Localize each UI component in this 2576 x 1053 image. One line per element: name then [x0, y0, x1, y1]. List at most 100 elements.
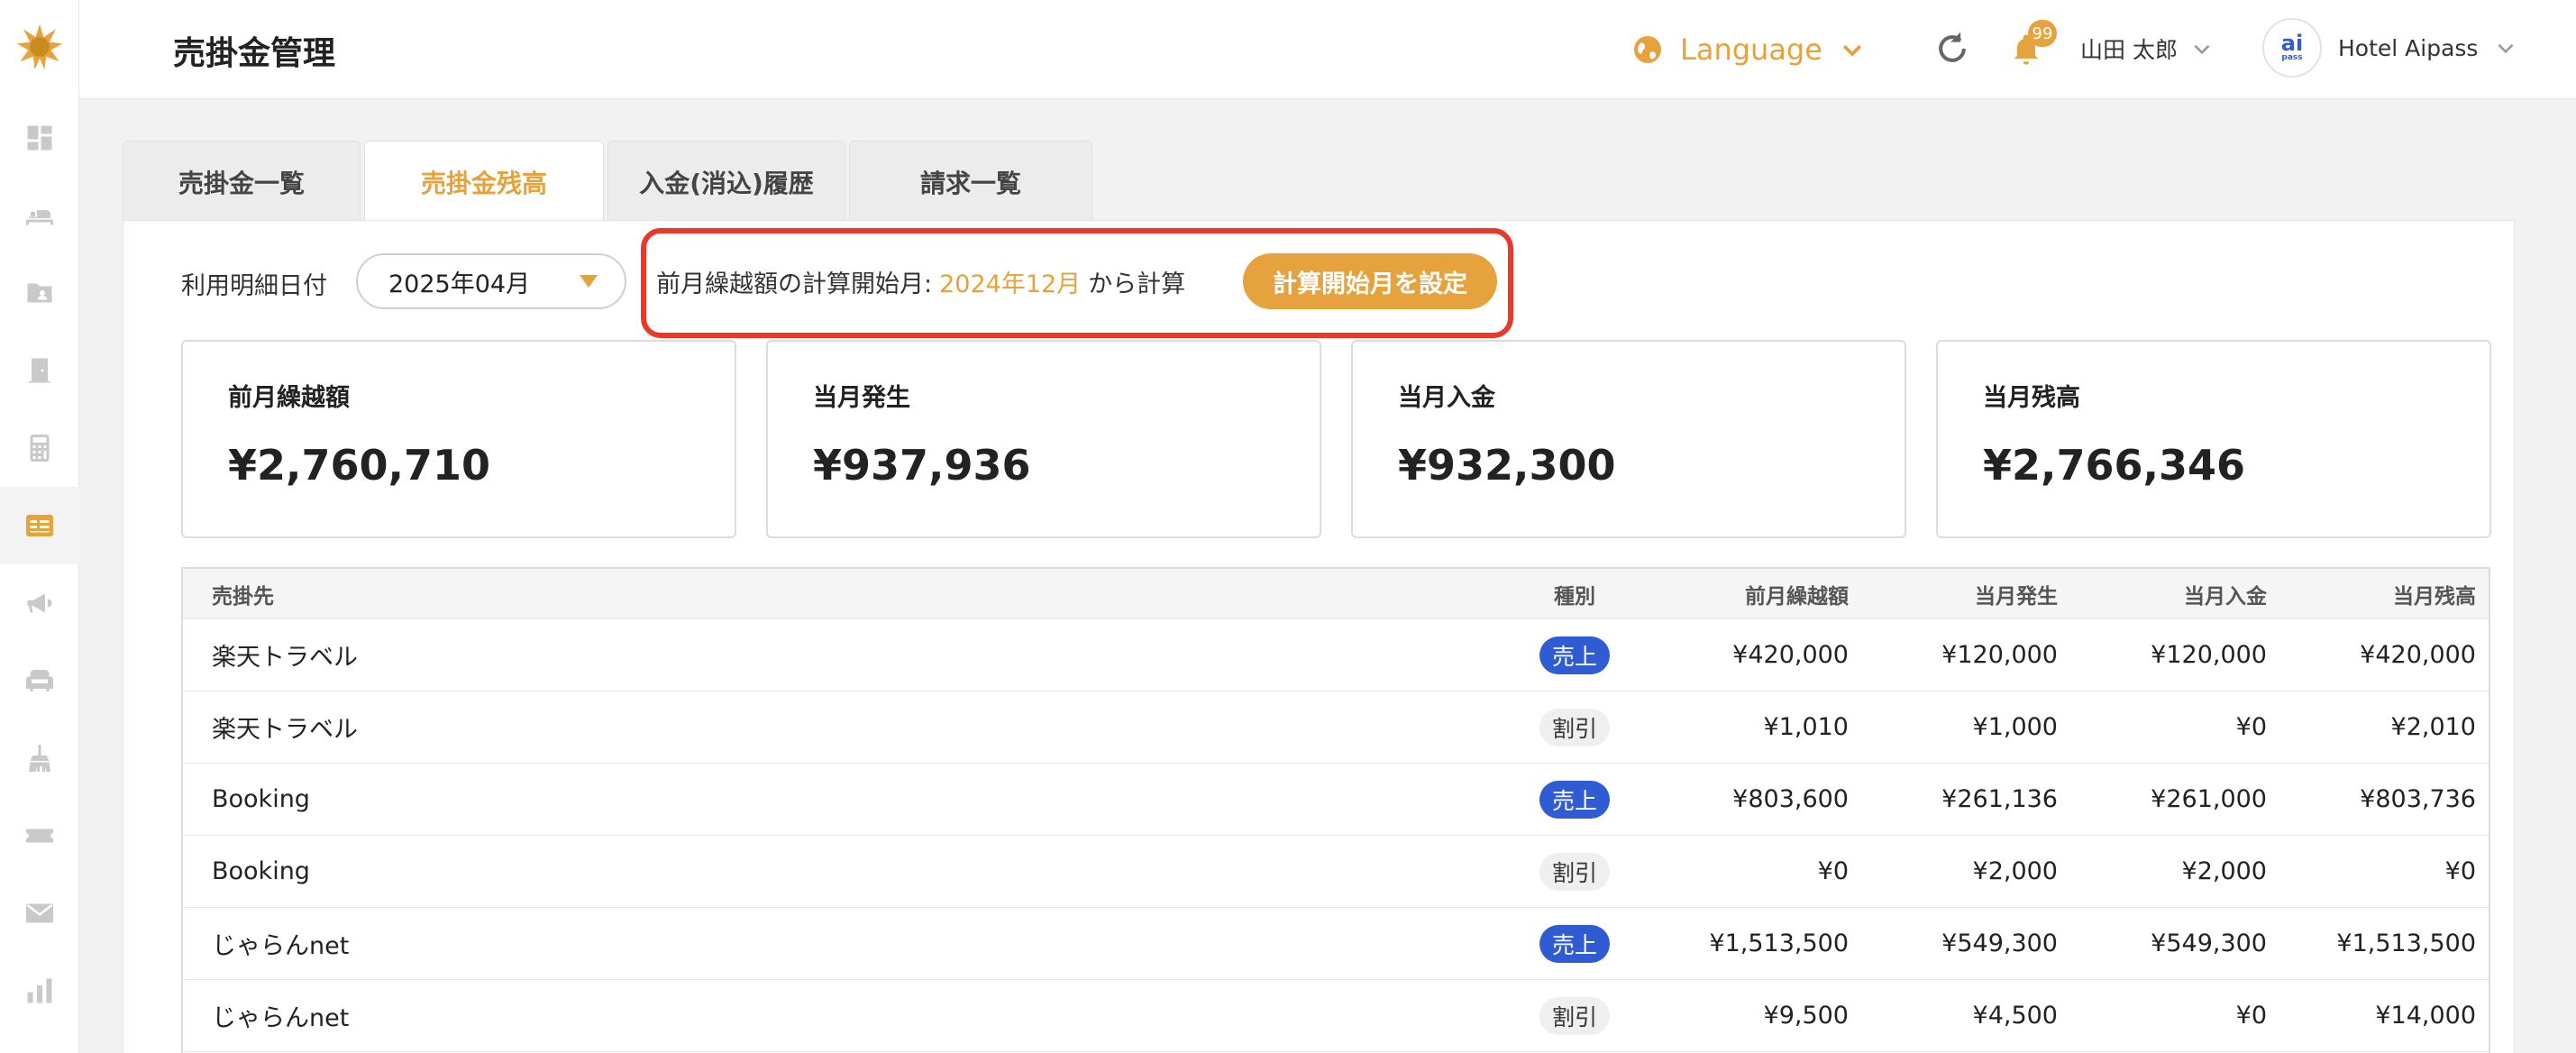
- dashboard-icon: [27, 125, 52, 151]
- language-selector[interactable]: Language: [1631, 27, 1866, 72]
- cell-prev-carryover: ¥803,600: [1732, 785, 1849, 813]
- cell-prev-carryover: ¥0: [1817, 857, 1849, 885]
- notification-button[interactable]: 99: [2008, 20, 2057, 69]
- user-name: 山田 太郎: [2080, 37, 2178, 63]
- summary-card-current-accrued: 当月発生 ¥937,936: [766, 340, 1321, 538]
- sun-logo-icon: [16, 23, 63, 70]
- language-label: Language: [1680, 32, 1822, 67]
- hotel-menu[interactable]: ai pass Hotel Aipass: [2262, 18, 2517, 78]
- chevron-down-icon: [2194, 44, 2210, 55]
- type-tag: 割引: [1539, 852, 1610, 891]
- header-customer[interactable]: 売掛先: [212, 569, 274, 618]
- table-row[interactable]: 楽天トラベル 割引 ¥1,010 ¥1,000 ¥0 ¥2,010: [183, 691, 2489, 764]
- sidebar-item-facilities[interactable]: [0, 642, 79, 719]
- cell-current-balance: ¥420,000: [2360, 641, 2476, 669]
- cell-type: 売上: [1530, 764, 1620, 835]
- avatar-logo-subtext: pass: [2281, 53, 2303, 62]
- cell-current-balance: ¥1,513,500: [2336, 929, 2476, 957]
- cell-type: 売上: [1530, 908, 1620, 979]
- summary-label: 当月残高: [1983, 384, 2080, 412]
- sidebar-item-checkin[interactable]: [0, 332, 79, 409]
- chevron-down-icon: [2498, 43, 2514, 54]
- header-prev-carryover[interactable]: 前月繰越額: [1745, 569, 1849, 618]
- sidebar-item-receivables[interactable]: [0, 487, 79, 564]
- app-logo[interactable]: [13, 20, 67, 74]
- globe-icon: [1634, 36, 1661, 63]
- sidebar-item-guests[interactable]: [0, 254, 79, 332]
- calc-start-suffix: から計算: [1088, 270, 1186, 298]
- user-menu[interactable]: 山田 太郎: [2080, 32, 2214, 65]
- summary-label: 当月入金: [1398, 384, 1495, 412]
- sidebar-item-coupons[interactable]: [0, 797, 79, 874]
- header-type[interactable]: 種別: [1530, 569, 1620, 618]
- ticket-icon: [26, 829, 53, 843]
- cell-current-balance: ¥0: [2444, 857, 2476, 885]
- header-current-accrued[interactable]: 当月発生: [1975, 569, 2058, 618]
- summary-value: ¥2,766,346: [1983, 441, 2246, 490]
- bar-chart-icon: [27, 978, 52, 1003]
- cell-current-accrued: ¥261,136: [1941, 785, 2058, 813]
- table-row[interactable]: じゃらんnet 割引 ¥9,500 ¥4,500 ¥0 ¥14,000: [183, 980, 2489, 1052]
- tab-bar: 売掛金一覧 売掛金残高 入金(消込)履歴 請求一覧: [123, 141, 1092, 222]
- summary-card-prev-carryover: 前月繰越額 ¥2,760,710: [181, 340, 736, 538]
- summary-value: ¥932,300: [1398, 441, 1616, 490]
- top-header: 売掛金管理 Language 99 山田 太郎 ai pass Hotel Ai…: [79, 0, 2576, 99]
- type-tag: 割引: [1539, 708, 1610, 746]
- sidebar-item-accounting[interactable]: [0, 409, 79, 487]
- avatar-logo-text: ai: [2280, 31, 2304, 56]
- refresh-button[interactable]: [1932, 29, 1972, 69]
- cell-customer: Booking: [212, 857, 310, 885]
- cell-current-payment: ¥2,000: [2181, 857, 2267, 885]
- chevron-down-icon: [1842, 44, 1861, 57]
- refresh-icon: [1939, 32, 1966, 62]
- sidebar-item-rooms[interactable]: [0, 177, 79, 254]
- summary-label: 当月発生: [813, 384, 910, 412]
- cell-prev-carryover: ¥9,500: [1763, 1002, 1849, 1030]
- summary-card-current-payment: 当月入金 ¥932,300: [1351, 340, 1906, 538]
- table-row[interactable]: Booking 売上 ¥803,600 ¥261,136 ¥261,000 ¥8…: [183, 764, 2489, 836]
- balance-table: 売掛先 種別 前月繰越額 当月発生 当月入金 当月残高 楽天トラベル 売上 ¥4…: [181, 567, 2490, 1053]
- sidebar-item-mail[interactable]: [0, 874, 79, 952]
- cell-current-payment: ¥261,000: [2151, 785, 2267, 813]
- cell-current-payment: ¥0: [2235, 713, 2267, 741]
- balance-panel: 利用明細日付 2025年04月 前月繰越額の計算開始月: 2024年12月 から…: [123, 220, 2515, 1053]
- summary-card-current-balance: 当月残高 ¥2,766,346: [1936, 340, 2491, 538]
- cell-customer: Booking: [212, 785, 310, 813]
- notification-badge: 99: [2028, 20, 2057, 47]
- sidebar-item-dashboard[interactable]: [0, 99, 79, 177]
- folder-person-icon: [27, 283, 52, 303]
- tab-invoice-list[interactable]: 請求一覧: [849, 141, 1092, 222]
- cell-current-balance: ¥803,736: [2360, 785, 2476, 813]
- calc-start-prefix: 前月繰越額の計算開始月:: [656, 270, 933, 298]
- cell-type: 売上: [1530, 619, 1620, 691]
- cell-type: 割引: [1530, 836, 1620, 907]
- cell-type: 割引: [1530, 691, 1620, 763]
- sidebar-item-reports[interactable]: [0, 952, 79, 1030]
- usage-date-label: 利用明細日付: [181, 272, 327, 300]
- tab-receivables-list[interactable]: 売掛金一覧: [123, 141, 361, 222]
- cell-current-payment: ¥120,000: [2151, 641, 2267, 669]
- header-current-payment[interactable]: 当月入金: [2184, 569, 2267, 618]
- sidebar-item-cleaning[interactable]: [0, 719, 79, 797]
- header-current-balance[interactable]: 当月残高: [2393, 569, 2476, 618]
- cell-current-accrued: ¥1,000: [1972, 713, 2058, 741]
- sidebar-item-marketing[interactable]: [0, 564, 79, 642]
- type-tag: 割引: [1539, 996, 1610, 1035]
- calc-start-month: 2024年12月: [939, 270, 1082, 298]
- mail-icon: [26, 903, 53, 923]
- table-row[interactable]: Booking 割引 ¥0 ¥2,000 ¥2,000 ¥0: [183, 836, 2489, 908]
- type-tag: 売上: [1539, 636, 1610, 674]
- set-start-month-button[interactable]: 計算開始月を設定: [1243, 253, 1497, 309]
- hotel-avatar: ai pass: [2262, 18, 2322, 78]
- table-row[interactable]: 楽天トラベル 売上 ¥420,000 ¥120,000 ¥120,000 ¥42…: [183, 619, 2489, 691]
- cell-type: 割引: [1530, 980, 1620, 1051]
- cell-current-accrued: ¥549,300: [1941, 929, 2058, 957]
- tab-payment-history[interactable]: 入金(消込)履歴: [607, 141, 845, 222]
- cell-prev-carryover: ¥1,010: [1763, 713, 1849, 741]
- month-select[interactable]: 2025年04月: [356, 253, 626, 309]
- table-header: 売掛先 種別 前月繰越額 当月発生 当月入金 当月残高: [183, 569, 2489, 619]
- cell-current-accrued: ¥4,500: [1972, 1002, 2058, 1030]
- table-row[interactable]: じゃらんnet 売上 ¥1,513,500 ¥549,300 ¥549,300 …: [183, 908, 2489, 980]
- tab-receivables-balance[interactable]: 売掛金残高: [364, 141, 604, 222]
- cell-current-balance: ¥14,000: [2375, 1002, 2476, 1030]
